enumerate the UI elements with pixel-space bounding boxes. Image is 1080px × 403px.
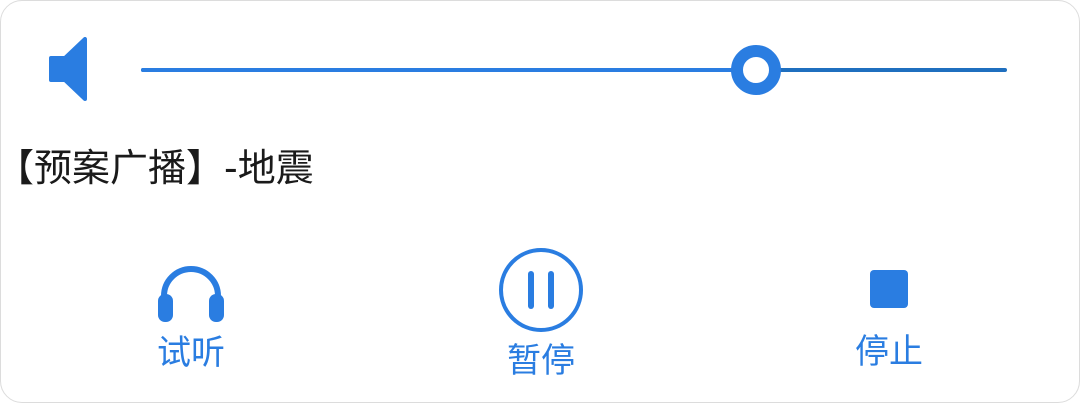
- stop-square-icon: [869, 269, 909, 309]
- pause-button[interactable]: 暂停: [481, 245, 601, 385]
- headphones-icon: [155, 260, 227, 324]
- broadcast-title: 【预案广播】-地震: [0, 146, 314, 190]
- listen-button[interactable]: 试听: [131, 256, 251, 376]
- broadcast-player-panel: 【预案广播】-地震 试听 暂停 停止: [0, 0, 1080, 403]
- volume-slider-thumb[interactable]: [730, 45, 781, 95]
- pause-circle-icon: [498, 247, 584, 333]
- pause-label: 暂停: [507, 341, 575, 381]
- stop-label: 停止: [855, 332, 923, 372]
- listen-label: 试听: [157, 333, 225, 373]
- stop-button[interactable]: 停止: [829, 266, 949, 386]
- volume-slider-fill: [141, 68, 756, 72]
- volume-slider[interactable]: [141, 45, 1007, 95]
- speaker-icon[interactable]: [47, 37, 89, 101]
